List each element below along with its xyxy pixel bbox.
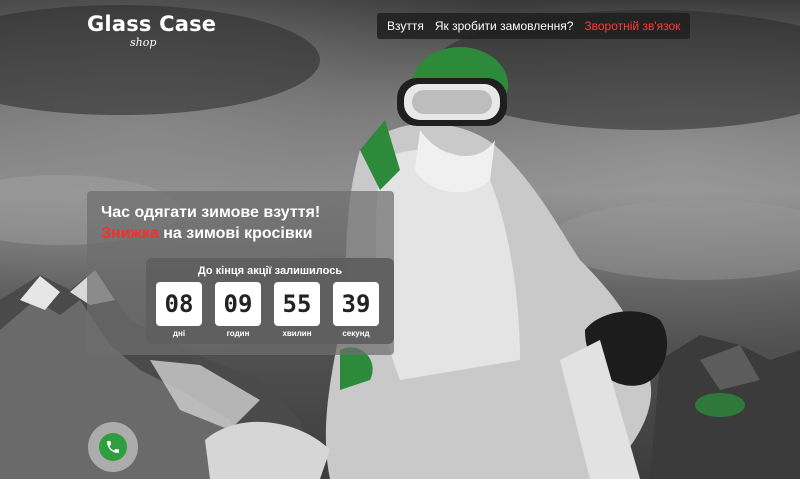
site-logo[interactable]: Glass Case shop	[87, 12, 217, 49]
countdown-hours-value: 09	[215, 282, 261, 326]
phone-icon	[107, 441, 119, 453]
countdown-seconds-label: секунд	[342, 329, 370, 338]
countdown-timer: До кінця акції залишилось 08 дні 09 годи…	[146, 258, 394, 344]
countdown-days-value: 08	[156, 282, 202, 326]
countdown-hours-label: годин	[226, 329, 250, 338]
promo-discount-word: Знижка	[101, 225, 159, 242]
countdown-minutes-value: 55	[274, 282, 320, 326]
promo-discount-text: на зимові кросівки	[158, 225, 313, 242]
countdown-days: 08 дні	[156, 282, 202, 338]
countdown-minutes: 55 хвилин	[274, 282, 320, 338]
call-button[interactable]	[88, 422, 138, 472]
nav-item-shoes[interactable]: Взуття	[387, 19, 424, 33]
countdown-seconds-value: 39	[333, 282, 379, 326]
countdown-minutes-label: хвилин	[282, 329, 312, 338]
call-button-inner	[99, 433, 127, 461]
countdown-title: До кінця акції залишилось	[197, 265, 343, 277]
countdown-seconds: 39 секунд	[333, 282, 379, 338]
promo-discount-line: Знижка на зимові кросівки	[101, 225, 313, 243]
logo-title: Glass Case	[87, 12, 217, 36]
nav-item-how-to-order[interactable]: Як зробити замовлення?	[435, 19, 574, 33]
countdown-hours: 09 годин	[215, 282, 261, 338]
logo-subtitle: shop	[130, 36, 157, 49]
nav-item-feedback[interactable]: Зворотній зв'язок	[584, 19, 680, 33]
countdown-days-label: дні	[172, 329, 186, 338]
promo-panel: Час одягати зимове взуття! Знижка на зим…	[87, 191, 394, 355]
promo-headline: Час одягати зимове взуття!	[101, 204, 321, 221]
hero-section: Glass Case shop Взуття Як зробити замовл…	[0, 0, 800, 479]
main-nav: Взуття Як зробити замовлення? Зворотній …	[377, 13, 691, 39]
